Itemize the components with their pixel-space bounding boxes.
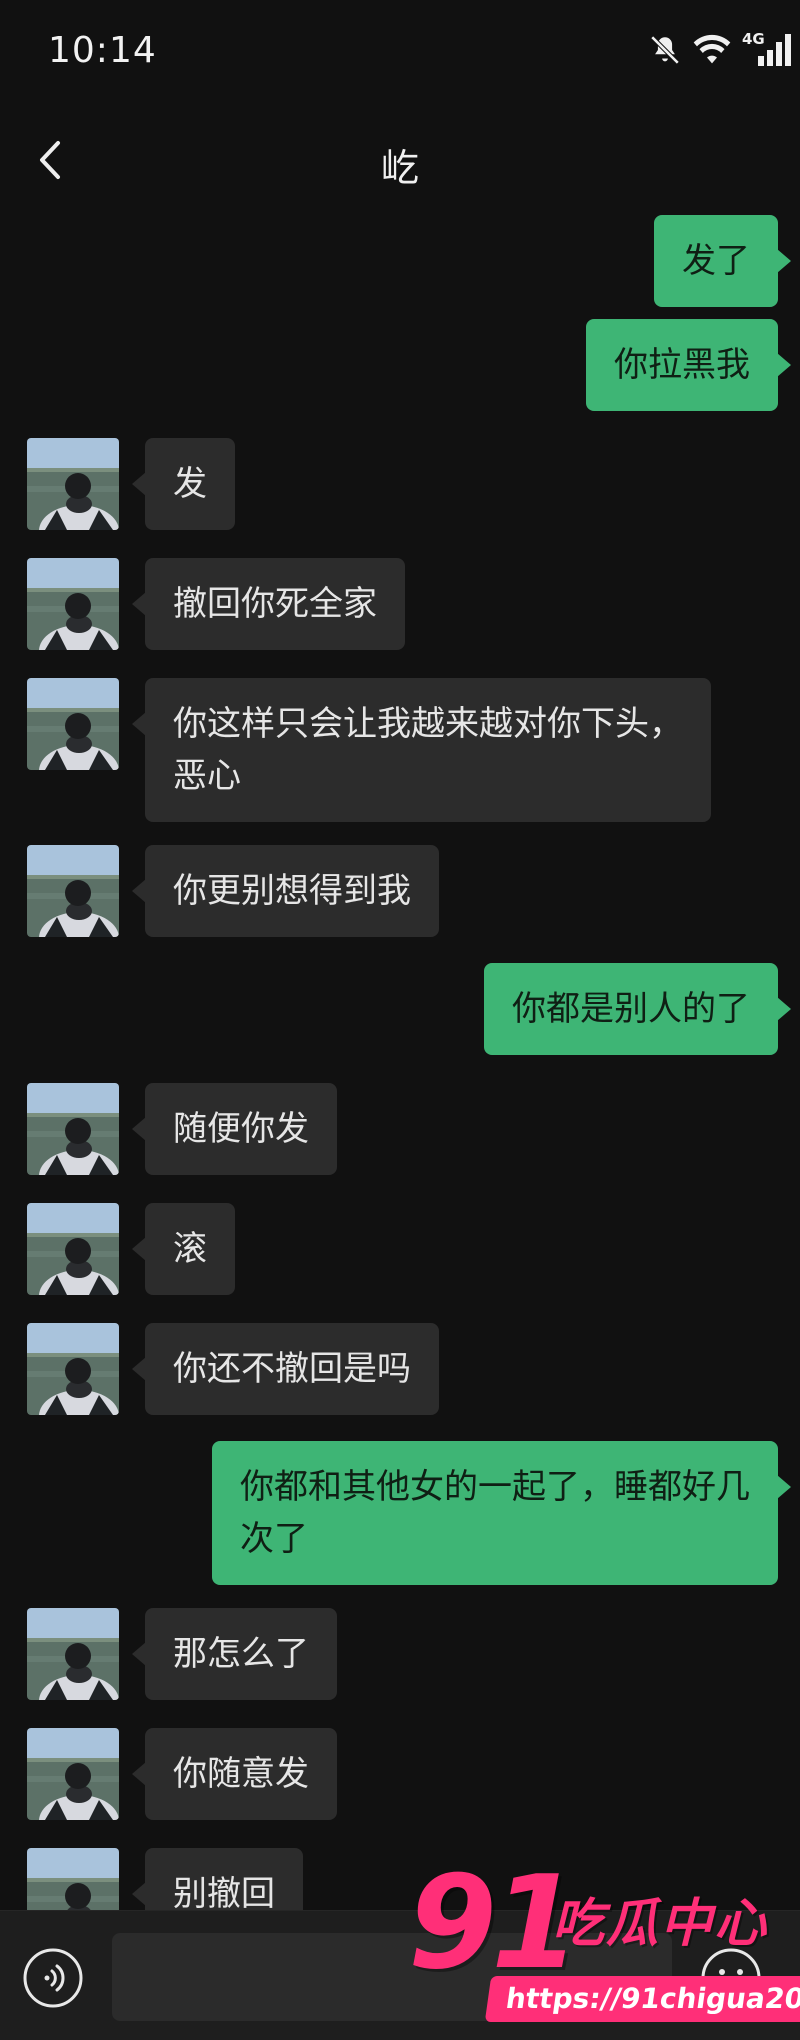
status-time: 10:14	[48, 30, 157, 71]
bell-muted-icon	[648, 33, 682, 67]
avatar[interactable]	[27, 845, 119, 937]
voice-icon	[23, 1948, 83, 2008]
message-bubble[interactable]: 你还不撤回是吗	[132, 1323, 439, 1415]
message-bubble[interactable]: 你随意发	[132, 1728, 337, 1820]
message-outgoing: 发了	[0, 215, 800, 307]
avatar-photo	[27, 438, 119, 530]
message-bubble[interactable]: 别撤回	[132, 1848, 303, 1910]
emoji-icon	[701, 1948, 761, 2008]
message-bubble[interactable]: 你拉黑我	[586, 319, 791, 411]
message-bubble[interactable]: 撤回你死全家	[132, 558, 405, 650]
message-incoming: 别撤回	[0, 1848, 800, 1910]
message-incoming: 你随意发	[0, 1728, 800, 1820]
message-incoming: 发	[0, 438, 800, 530]
avatar[interactable]	[27, 1323, 119, 1415]
chat-area[interactable]: 发了 你拉黑我 发 撤回你死全家 你这样只会让我越来越对你下头， 恶心 你更别想…	[0, 205, 800, 1910]
voice-button[interactable]	[22, 1947, 84, 2009]
message-bubble[interactable]: 你这样只会让我越来越对你下头， 恶心	[132, 678, 711, 822]
avatar[interactable]	[27, 1608, 119, 1700]
message-incoming: 你还不撤回是吗	[0, 1323, 800, 1415]
input-bar	[0, 1910, 800, 2040]
avatar-photo	[27, 845, 119, 937]
avatar[interactable]	[27, 1203, 119, 1295]
message-incoming: 滚	[0, 1203, 800, 1295]
avatar[interactable]	[27, 1848, 119, 1910]
message-incoming: 你这样只会让我越来越对你下头， 恶心	[0, 678, 800, 822]
avatar[interactable]	[27, 438, 119, 530]
avatar-photo	[27, 1608, 119, 1700]
message-incoming: 撤回你死全家	[0, 558, 800, 650]
message-incoming: 你更别想得到我	[0, 845, 800, 937]
message-bubble[interactable]: 你更别想得到我	[132, 845, 439, 937]
message-bubble[interactable]: 滚	[132, 1203, 235, 1295]
emoji-button[interactable]	[700, 1947, 762, 2009]
wifi-icon	[692, 33, 732, 67]
nav-bar: 屹	[0, 115, 800, 205]
avatar-photo	[27, 1848, 119, 1910]
message-outgoing: 你拉黑我	[0, 319, 800, 411]
avatar[interactable]	[27, 558, 119, 650]
avatar[interactable]	[27, 1728, 119, 1820]
avatar[interactable]	[27, 1083, 119, 1175]
avatar-photo	[27, 558, 119, 650]
message-input[interactable]	[112, 1933, 672, 2021]
message-incoming: 随便你发	[0, 1083, 800, 1175]
avatar-photo	[27, 1728, 119, 1820]
message-bubble[interactable]: 那怎么了	[132, 1608, 337, 1700]
avatar-photo	[27, 1083, 119, 1175]
status-icons: 4G	[648, 30, 792, 70]
avatar-photo	[27, 1323, 119, 1415]
message-incoming: 那怎么了	[0, 1608, 800, 1700]
chat-title: 屹	[380, 146, 419, 190]
avatar-photo	[27, 1203, 119, 1295]
message-bubble[interactable]: 你都是别人的了	[484, 963, 791, 1055]
message-bubble[interactable]: 发	[132, 438, 235, 530]
status-bar: 10:14 4G	[0, 0, 800, 110]
message-outgoing: 你都是别人的了	[0, 963, 800, 1055]
avatar-photo	[27, 678, 119, 770]
message-bubble[interactable]: 发了	[654, 215, 791, 307]
message-bubble[interactable]: 你都和其他女的一起了，睡都好几 次了	[212, 1441, 791, 1585]
message-outgoing: 你都和其他女的一起了，睡都好几 次了	[0, 1441, 800, 1585]
signal-4g-icon: 4G	[742, 30, 792, 68]
avatar[interactable]	[27, 678, 119, 770]
message-bubble[interactable]: 随便你发	[132, 1083, 337, 1175]
